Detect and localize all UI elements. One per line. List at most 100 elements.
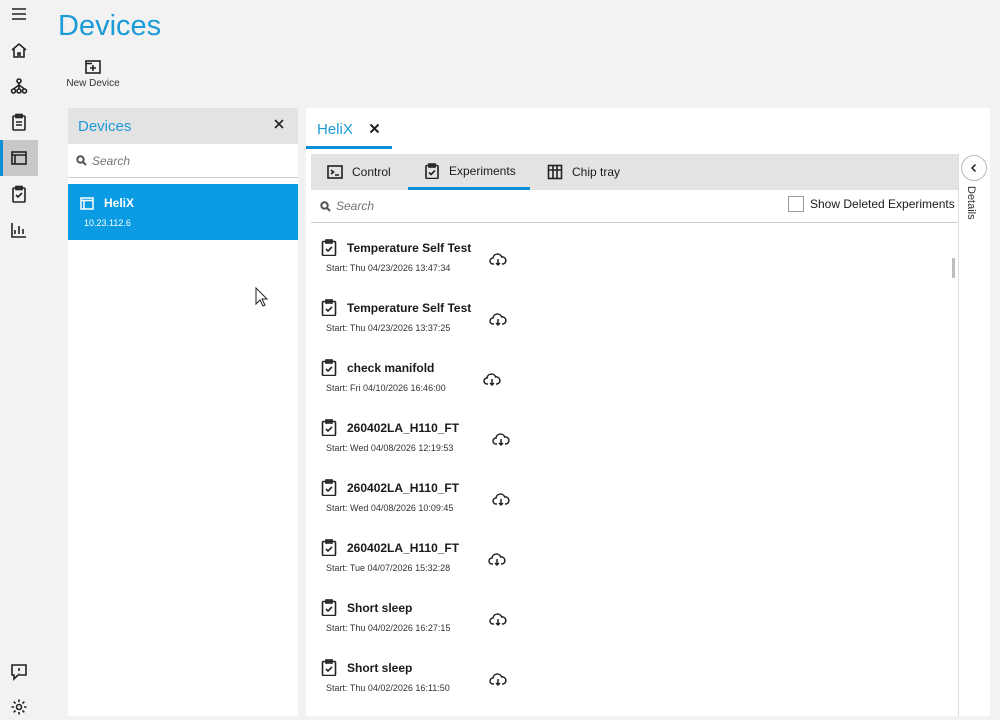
experiment-start-time: Start: Tue 04/07/2026 15:32:28 [326, 563, 451, 573]
details-rail: Details [958, 154, 990, 716]
download-button[interactable] [483, 373, 501, 387]
experiment-icon [321, 239, 337, 257]
device-list-item[interactable]: HeliX 10.23.112.6 [68, 184, 298, 240]
main-panel: HeliX Control Experiments Chip tray Show… [306, 108, 990, 716]
nav-clipboard[interactable] [0, 104, 38, 140]
experiment-start-time: Start: Wed 04/08/2026 10:09:45 [326, 503, 454, 513]
home-icon [11, 42, 27, 58]
devices-panel-header: Devices [68, 108, 298, 144]
experiment-start-time: Start: Thu 04/23/2026 13:47:34 [326, 263, 451, 273]
experiment-list-item[interactable]: 260402LA_H110_FT Start: Wed 04/08/2026 12… [311, 408, 951, 468]
details-label[interactable]: Details [965, 186, 977, 220]
devices-panel: Devices HeliX 10.23.112.6 [68, 108, 298, 716]
experiment-list-item[interactable]: 260402LA_H110_FT Start: Tue 04/07/2026 15… [311, 528, 951, 588]
download-button[interactable] [489, 253, 507, 267]
search-icon [320, 200, 331, 212]
experiment-icon [321, 599, 337, 617]
doc-tab-label: HeliX [317, 121, 353, 138]
nav-checklist[interactable] [0, 176, 38, 212]
experiment-list-item[interactable]: Temperature Self Test Start: Thu 04/23/20… [311, 288, 951, 348]
feedback-button[interactable] [0, 657, 38, 687]
experiment-name: Temperature Self Test [347, 301, 472, 315]
experiments-icon [425, 162, 439, 179]
show-deleted-toggle[interactable]: Show Deleted Experiments [788, 196, 955, 212]
scrollbar[interactable] [952, 258, 955, 278]
tab-strip: Control Experiments Chip tray [311, 154, 958, 190]
nav-home[interactable] [0, 32, 38, 68]
experiment-icon [321, 479, 337, 497]
devices-panel-title: Devices [78, 117, 132, 135]
cloud-download-icon [489, 613, 507, 627]
experiment-list-item[interactable]: 260402LA_H110_FT Start: Wed 04/08/2026 10… [311, 468, 951, 528]
settings-button[interactable] [0, 692, 38, 720]
tab-chip-tray[interactable]: Chip tray [547, 154, 637, 190]
experiment-name: Temperature Self Test [347, 241, 472, 255]
experiment-list-item[interactable]: check manifold Start: Fri 04/10/2026 16:4… [311, 348, 951, 408]
tab-experiments[interactable]: Experiments [408, 154, 530, 190]
cloud-download-icon [483, 373, 501, 387]
tab-label: Control [352, 165, 391, 179]
nav-chart[interactable] [0, 212, 38, 248]
devices-search [68, 144, 298, 178]
experiment-start-time: Start: Thu 04/23/2026 13:37:25 [326, 323, 451, 333]
experiment-icon [321, 539, 337, 557]
experiment-list-item[interactable]: Temperature Self Test Start: Thu 04/23/20… [311, 228, 951, 288]
show-deleted-checkbox[interactable] [788, 196, 804, 212]
add-device-icon [85, 60, 101, 74]
download-button[interactable] [492, 493, 510, 507]
checklist-icon [12, 185, 26, 203]
experiment-name: 260402LA_H110_FT [347, 481, 460, 495]
device-name: HeliX [104, 196, 135, 210]
new-device-label: New Device [66, 78, 120, 89]
experiment-name: Short sleep [347, 601, 413, 615]
download-button[interactable] [489, 313, 507, 327]
chip-tray-icon [547, 164, 563, 180]
experiment-start-time: Start: Thu 04/02/2026 16:11:50 [326, 683, 450, 693]
tab-label: Chip tray [572, 165, 621, 179]
devices-icon [11, 151, 27, 165]
experiment-name: Short sleep [347, 661, 413, 675]
experiments-search-input[interactable] [336, 199, 636, 213]
new-device-button[interactable]: New Device [64, 58, 122, 89]
search-icon [76, 155, 87, 166]
device-icon [80, 197, 94, 210]
page-title: Devices [58, 10, 162, 42]
cloud-download-icon [489, 253, 507, 267]
device-ip: 10.23.112.6 [84, 218, 131, 228]
tab-control[interactable]: Control [327, 154, 413, 190]
experiment-icon [321, 419, 337, 437]
nav-hierarchy[interactable] [0, 68, 38, 104]
devices-search-input[interactable] [92, 153, 282, 168]
doc-tab-helix[interactable]: HeliX [306, 108, 392, 149]
menu-button[interactable] [0, 0, 38, 32]
cloud-download-icon [488, 553, 506, 567]
feedback-icon [11, 664, 27, 681]
experiment-list-item[interactable]: Short sleep Start: Thu 04/02/2026 16:27:1… [311, 588, 951, 648]
expand-details-button[interactable] [961, 155, 987, 181]
show-deleted-label: Show Deleted Experiments [810, 197, 955, 211]
experiment-start-time: Start: Thu 04/02/2026 16:27:15 [326, 623, 451, 633]
experiment-icon [321, 299, 337, 317]
experiment-name: 260402LA_H110_FT [347, 541, 460, 555]
close-icon[interactable] [369, 123, 380, 134]
experiment-start-time: Start: Fri 04/10/2026 16:46:00 [326, 383, 446, 393]
experiment-name: 260402LA_H110_FT [347, 421, 460, 435]
experiment-name: check manifold [347, 361, 435, 375]
cloud-download-icon [492, 493, 510, 507]
download-button[interactable] [488, 553, 506, 567]
chart-icon [11, 223, 26, 238]
nav-rail [0, 0, 38, 720]
download-button[interactable] [489, 613, 507, 627]
nav-devices[interactable] [0, 140, 38, 176]
menu-icon [12, 8, 26, 20]
download-button[interactable] [492, 433, 510, 447]
experiment-start-time: Start: Wed 04/08/2026 12:19:53 [326, 443, 454, 453]
experiment-icon [321, 359, 337, 377]
tab-label: Experiments [449, 163, 516, 178]
cloud-download-icon [489, 313, 507, 327]
chevron-left-icon [970, 163, 977, 173]
experiment-list-item[interactable]: Short sleep Start: Thu 04/02/2026 16:11:5… [311, 648, 951, 708]
clipboard-icon [12, 113, 26, 131]
download-button[interactable] [489, 673, 507, 687]
close-icon[interactable] [272, 117, 286, 131]
